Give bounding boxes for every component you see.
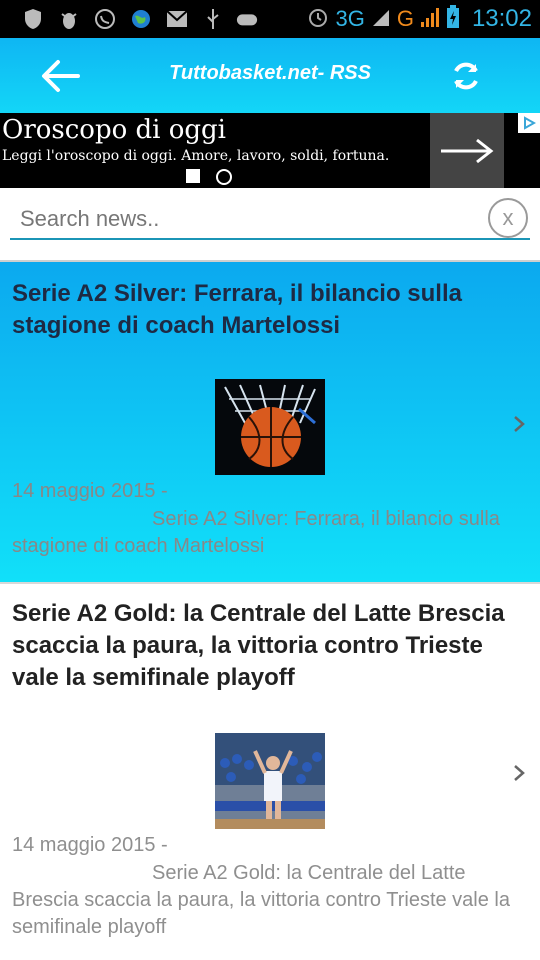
ad-subtitle: Leggi l'oroscopo di oggi. Amore, lavoro,…: [2, 148, 390, 164]
refresh-button[interactable]: [448, 58, 484, 94]
news-description: Serie A2 Gold: la Centrale del Latte Bre…: [12, 862, 510, 938]
signal-icon: [371, 6, 391, 32]
carrier-g: G: [396, 6, 414, 31]
news-title: Serie A2 Gold: la Centrale del Latte Bre…: [12, 600, 505, 691]
basketball-net-image: [215, 379, 325, 475]
alarm-icon: [307, 6, 329, 32]
adchoices-icon[interactable]: [518, 113, 540, 133]
news-list-item[interactable]: Serie A2 Gold: la Centrale del Latte Bre…: [0, 584, 540, 960]
status-bar: 3G G 13:02: [0, 0, 540, 38]
usb-icon: [202, 8, 224, 30]
search-bar: x: [0, 188, 540, 260]
network-type: 3G: [335, 6, 365, 31]
ad-open-button[interactable]: [430, 113, 504, 188]
ad-banner[interactable]: Oroscopo di oggi Leggi l'oroscopo di ogg…: [0, 113, 540, 188]
whatsapp-icon: [94, 8, 116, 30]
news-date: 14 maggio 2015 -: [12, 834, 168, 856]
news-list-item[interactable]: Serie A2 Silver: Ferrara, il bilancio su…: [0, 262, 540, 582]
refresh-icon: [454, 62, 478, 90]
battery-icon: [446, 5, 460, 33]
globe-icon: [130, 8, 152, 30]
gamepad-icon: [236, 8, 258, 30]
clock: 13:02: [471, 5, 532, 32]
ad-page-indicator: [216, 169, 232, 185]
clear-search-button[interactable]: x: [488, 198, 528, 238]
ad-title: Oroscopo di oggi: [2, 115, 226, 145]
news-date: 14 maggio 2015 -: [12, 480, 168, 502]
app-bar: Tuttobasket.net- RSS: [0, 38, 540, 113]
android-bug-icon: [58, 8, 80, 30]
mail-icon: [166, 8, 188, 30]
shield-icon: [22, 8, 44, 30]
arrow-right-icon: [441, 138, 494, 163]
news-title: Serie A2 Silver: Ferrara, il bilancio su…: [12, 280, 462, 339]
basketball-player-image: [215, 733, 325, 829]
chevron-right-icon: [512, 763, 526, 783]
search-input[interactable]: [10, 200, 530, 240]
chevron-right-icon: [512, 414, 526, 434]
news-description: Serie A2 Silver: Ferrara, il bilancio su…: [12, 508, 500, 557]
ad-page-indicator-active: [186, 169, 200, 183]
signal-bars-icon: [420, 6, 440, 32]
